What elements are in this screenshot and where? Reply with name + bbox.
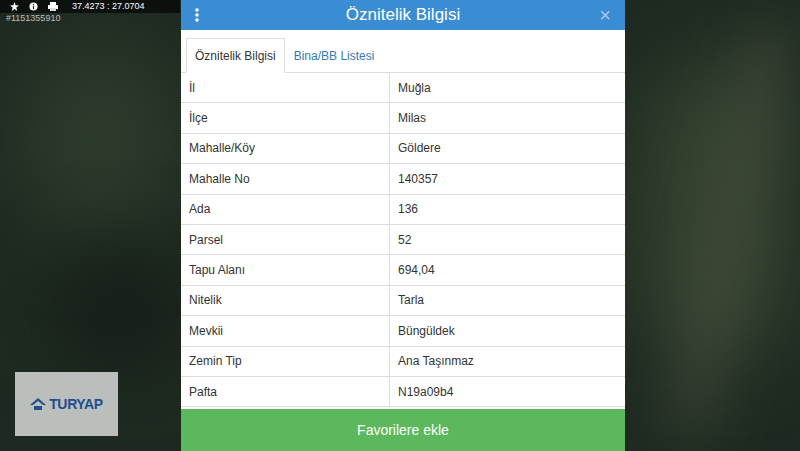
attribute-value: Ana Taşınmaz	[390, 347, 625, 376]
coordinates: 37.4273 : 27.0704	[72, 2, 145, 11]
map-texture	[20, 40, 180, 240]
attribute-label: İl	[181, 73, 390, 102]
attribute-panel: Öznitelik Bilgisi× Öznitelik BilgisiBina…	[181, 0, 625, 451]
info-icon[interactable]	[29, 2, 38, 11]
table-row: Tapu Alanı694,04	[181, 255, 625, 285]
attribute-value: Büngüldek	[390, 316, 625, 345]
close-button[interactable]: ×	[595, 5, 611, 25]
table-row: MevkiiBüngüldek	[181, 316, 625, 346]
table-row: PaftaN19a09b4	[181, 377, 625, 407]
attribute-value: 52	[390, 225, 625, 254]
map[interactable]: 37.4273 : 27.0704 #1151355910 TURYAP Özn…	[0, 0, 800, 451]
logo-icon	[30, 397, 46, 411]
print-icon[interactable]	[48, 2, 58, 11]
attribute-value: 694,04	[390, 255, 625, 284]
add-favorite-button[interactable]: Favorilere ekle	[181, 409, 625, 451]
attribute-label: Mahalle/Köy	[181, 134, 390, 163]
tab[interactable]: Öznitelik Bilgisi	[186, 38, 285, 73]
table-row: İlMuğla	[181, 73, 625, 103]
table-row: Mahalle No140357	[181, 164, 625, 194]
attribute-label: Parsel	[181, 225, 390, 254]
listing-id: #1151355910	[6, 14, 60, 23]
attribute-value: Muğla	[390, 73, 625, 102]
attribute-value: Göldere	[390, 134, 625, 163]
logo-text: TURYAP	[49, 394, 103, 415]
attribute-label: Pafta	[181, 377, 390, 406]
table-row: NitelikTarla	[181, 286, 625, 316]
menu-icon[interactable]	[195, 8, 211, 22]
attribute-value: 140357	[390, 164, 625, 193]
panel-header: Öznitelik Bilgisi×	[181, 0, 625, 30]
map-texture	[60, 250, 180, 370]
tab-bar: Öznitelik BilgisiBina/BB Listesi	[181, 30, 625, 73]
attribute-value: 136	[390, 195, 625, 224]
attribute-value: N19a09b4	[390, 377, 625, 406]
attribute-value: Milas	[390, 103, 625, 132]
attribute-label: Nitelik	[181, 286, 390, 315]
table-row: Parsel52	[181, 225, 625, 255]
attribute-label: Ada	[181, 195, 390, 224]
tab[interactable]: Bina/BB Listesi	[285, 38, 384, 73]
attribute-label: Mevkii	[181, 316, 390, 345]
panel-title: Öznitelik Bilgisi	[211, 2, 595, 28]
attribute-label: Mahalle No	[181, 164, 390, 193]
attribute-table: İlMuğlaİlçeMilasMahalle/KöyGöldereMahall…	[181, 73, 625, 409]
table-row: Mahalle/KöyGöldere	[181, 134, 625, 164]
map-toolbar: 37.4273 : 27.0704	[0, 0, 180, 13]
attribute-label: İlçe	[181, 103, 390, 132]
logo: TURYAP	[15, 372, 118, 436]
star-icon[interactable]	[10, 2, 19, 11]
attribute-label: Tapu Alanı	[181, 255, 390, 284]
attribute-value: Tarla	[390, 286, 625, 315]
table-row: İlçeMilas	[181, 103, 625, 133]
table-row: Ada136	[181, 195, 625, 225]
attribute-label: Zemin Tip	[181, 347, 390, 376]
table-row: Zemin TipAna Taşınmaz	[181, 347, 625, 377]
